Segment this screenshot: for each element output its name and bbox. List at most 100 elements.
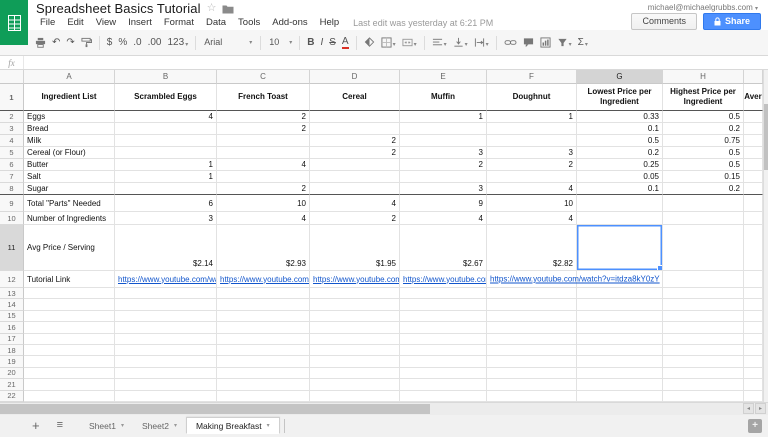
menu-item-data[interactable]: Data (200, 17, 232, 28)
vertical-align-button[interactable]: ▾ (450, 35, 471, 50)
cell-D18[interactable] (310, 345, 400, 356)
row-header-15[interactable]: 15 (0, 311, 24, 322)
cell-F2[interactable]: 1 (487, 111, 577, 123)
cell-H6[interactable]: 0.5 (663, 159, 744, 171)
cell-C21[interactable] (217, 379, 310, 390)
cell-C14[interactable] (217, 299, 310, 310)
cell-A6[interactable]: Butter (24, 159, 115, 171)
row-header-2[interactable]: 2 (0, 111, 24, 123)
cell-G1[interactable]: Lowest Price per Ingredient (577, 84, 663, 111)
column-header-partial[interactable] (744, 70, 763, 84)
fill-color-button[interactable] (361, 35, 378, 50)
cell-E1[interactable]: Muffin (400, 84, 487, 111)
cell-A4[interactable]: Milk (24, 135, 115, 147)
cell-E11[interactable]: $2.67 (400, 225, 487, 271)
cell-C15[interactable] (217, 311, 310, 322)
cell-A3[interactable]: Bread (24, 123, 115, 135)
cell-E16[interactable] (400, 322, 487, 333)
cell-I20[interactable] (744, 368, 763, 379)
cell-A16[interactable] (24, 322, 115, 333)
paint-format-button[interactable] (78, 35, 95, 50)
cell-F11[interactable]: $2.82 (487, 225, 577, 271)
cell-C16[interactable] (217, 322, 310, 333)
cell-G14[interactable] (577, 299, 663, 310)
cell-I14[interactable] (744, 299, 763, 310)
strikethrough-button[interactable]: S (326, 36, 339, 50)
cell-G15[interactable] (577, 311, 663, 322)
cell-B10[interactable]: 3 (115, 212, 217, 225)
insert-chart-button[interactable] (537, 35, 554, 50)
cell-H22[interactable] (663, 391, 744, 402)
cell-H3[interactable]: 0.2 (663, 123, 744, 135)
cell-link-text[interactable]: https://www.youtube.com/watch?v=itdza8kY… (490, 275, 660, 284)
cell-F7[interactable] (487, 171, 577, 183)
cell-D15[interactable] (310, 311, 400, 322)
cell-B8[interactable] (115, 183, 217, 195)
cell-I9[interactable] (744, 195, 763, 212)
cell-B6[interactable]: 1 (115, 159, 217, 171)
cell-F14[interactable] (487, 299, 577, 310)
cell-A14[interactable] (24, 299, 115, 310)
cell-E6[interactable]: 2 (400, 159, 487, 171)
text-color-button[interactable]: A (339, 35, 352, 51)
cell-H11[interactable] (663, 225, 744, 271)
cell-E13[interactable] (400, 288, 487, 299)
cell-D1[interactable]: Cereal (310, 84, 400, 111)
cell-E17[interactable] (400, 334, 487, 345)
cell-F19[interactable] (487, 356, 577, 367)
merge-cells-button[interactable]: ▾ (399, 35, 420, 50)
cell-H14[interactable] (663, 299, 744, 310)
row-header-3[interactable]: 3 (0, 123, 24, 135)
cell-A18[interactable] (24, 345, 115, 356)
cell-F21[interactable] (487, 379, 577, 390)
cell-A7[interactable]: Salt (24, 171, 115, 183)
cell-B21[interactable] (115, 379, 217, 390)
cell-G20[interactable] (577, 368, 663, 379)
cell-A2[interactable]: Eggs (24, 111, 115, 123)
chevron-down-icon[interactable]: ▾ (267, 423, 270, 429)
formula-input[interactable] (24, 56, 768, 69)
cell-D7[interactable] (310, 171, 400, 183)
cell-E15[interactable] (400, 311, 487, 322)
cell-G22[interactable] (577, 391, 663, 402)
row-header-4[interactable]: 4 (0, 135, 24, 147)
scroll-right-button[interactable]: ▸ (755, 403, 766, 414)
cell-A13[interactable] (24, 288, 115, 299)
cell-E21[interactable] (400, 379, 487, 390)
cell-D10[interactable]: 2 (310, 212, 400, 225)
cell-I4[interactable] (744, 135, 763, 147)
cell-I10[interactable] (744, 212, 763, 225)
cell-C5[interactable] (217, 147, 310, 159)
sheets-logo[interactable] (0, 0, 28, 45)
cell-B18[interactable] (115, 345, 217, 356)
cell-H10[interactable] (663, 212, 744, 225)
scroll-left-button[interactable]: ◂ (743, 403, 754, 414)
cell-D4[interactable]: 2 (310, 135, 400, 147)
column-header-G[interactable]: G (577, 70, 663, 84)
cell-G21[interactable] (577, 379, 663, 390)
cell-D20[interactable] (310, 368, 400, 379)
cell-I12[interactable] (744, 271, 763, 288)
cell-F3[interactable] (487, 123, 577, 135)
filter-button[interactable]: ▾ (554, 35, 575, 50)
cell-A11[interactable]: Avg Price / Serving (24, 225, 115, 271)
cell-C2[interactable]: 2 (217, 111, 310, 123)
cell-E4[interactable] (400, 135, 487, 147)
cell-E10[interactable]: 4 (400, 212, 487, 225)
row-header-14[interactable]: 14 (0, 299, 24, 310)
cell-D14[interactable] (310, 299, 400, 310)
cell-F10[interactable]: 4 (487, 212, 577, 225)
cell-C18[interactable] (217, 345, 310, 356)
redo-button[interactable]: ↷ (63, 36, 77, 50)
cell-E2[interactable]: 1 (400, 111, 487, 123)
cell-B15[interactable] (115, 311, 217, 322)
cell-E14[interactable] (400, 299, 487, 310)
cell-H21[interactable] (663, 379, 744, 390)
cell-B2[interactable]: 4 (115, 111, 217, 123)
cell-I5[interactable] (744, 147, 763, 159)
cell-F18[interactable] (487, 345, 577, 356)
cell-G17[interactable] (577, 334, 663, 345)
cell-C4[interactable] (217, 135, 310, 147)
cell-H17[interactable] (663, 334, 744, 345)
number-format-button[interactable]: 123 ▾ (165, 36, 192, 50)
